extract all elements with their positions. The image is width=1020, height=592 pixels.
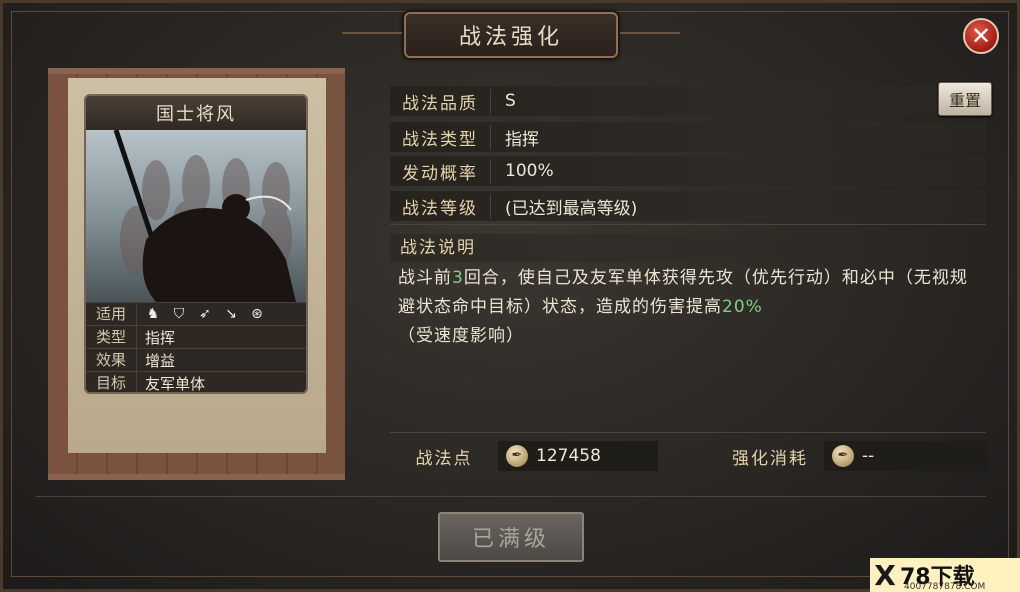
card-row-label: 目标 xyxy=(86,372,137,392)
skill-art xyxy=(86,129,306,302)
card-row-effect: 效果 增益 xyxy=(86,348,306,371)
card-row-label: 效果 xyxy=(86,349,137,371)
max-level-button[interactable]: 已满级 xyxy=(438,512,584,562)
card-row-value: 友军单体 xyxy=(145,374,206,393)
divider xyxy=(36,496,986,497)
points-value: 127458 xyxy=(536,446,601,466)
cost-row: 强化消耗 ✒ -- xyxy=(716,441,988,471)
info-label: 战法等级 xyxy=(390,193,491,219)
info-value: 指挥 xyxy=(505,129,539,150)
info-label: 发动概率 xyxy=(390,158,491,184)
points-label: 战法点 xyxy=(415,448,473,469)
divider xyxy=(390,224,986,225)
description-text: 战斗前3回合，使自己及友军单体获得先攻（优先行动）和必中（无视规避状态命中目标）… xyxy=(398,264,978,351)
skill-points-row: 战法点 ✒ 127458 xyxy=(390,441,658,471)
shield-icon: ⛉ xyxy=(173,306,185,322)
info-row-chance: 发动概率 100% xyxy=(390,156,986,186)
desc-boost: 20% xyxy=(722,297,763,317)
info-row-type: 战法类型 指挥 xyxy=(390,122,986,152)
wheel-icon: ⊛ xyxy=(251,306,263,322)
close-button[interactable]: ✕ xyxy=(963,18,999,54)
card-row-value: 增益 xyxy=(145,351,176,370)
info-value: (已达到最高等级) xyxy=(505,198,638,219)
info-label: 战法类型 xyxy=(390,124,491,150)
card-row-value: 指挥 xyxy=(145,328,176,347)
card-row-type: 类型 指挥 xyxy=(86,325,306,348)
description-label: 战法说明 xyxy=(390,234,986,262)
card-row-label: 适用 xyxy=(86,303,137,325)
reset-button[interactable]: 重置 xyxy=(938,82,992,116)
bow-icon: ➶ xyxy=(199,306,211,322)
watermark: X 78下载 4007787878.COM xyxy=(870,558,1020,592)
dialog-title: 战法强化 xyxy=(342,12,680,58)
desc-turns: 3 xyxy=(452,268,464,288)
warrior-silhouette xyxy=(113,129,296,302)
skill-point-icon: ✒ xyxy=(832,445,854,467)
cost-value: -- xyxy=(862,446,875,466)
skill-point-icon: ✒ xyxy=(506,445,528,467)
divider xyxy=(390,432,986,433)
info-row-level: 战法等级 (已达到最高等级) xyxy=(390,191,986,221)
watermark-url: 4007787878.COM xyxy=(904,582,986,592)
watermark-logo-icon: X xyxy=(874,558,896,592)
skill-card: 国士将风 适用 ♞ ⛉ ➶ ↘ ⊛ 类型 指挥 效果 增益 目标 友军单体 xyxy=(84,94,308,394)
desc-part: （受速度影响） xyxy=(398,326,524,346)
card-row-label: 类型 xyxy=(86,326,137,348)
close-icon: ✕ xyxy=(970,22,992,50)
skill-name: 国士将风 xyxy=(86,96,306,130)
info-row-quality: 战法品质 S xyxy=(390,86,986,116)
card-row-target: 目标 友军单体 xyxy=(86,371,306,393)
spear-icon: ↘ xyxy=(225,306,237,322)
card-row-suitable: 适用 ♞ ⛉ ➶ ↘ ⊛ xyxy=(86,302,306,325)
desc-part: 回合，使自己及友军单体获得先攻（优先行动）和必中（无视规避状态命中目标）状态，造… xyxy=(398,268,968,317)
info-value: S xyxy=(505,91,516,111)
cavalry-icon: ♞ xyxy=(146,306,160,322)
info-label: 战法品质 xyxy=(390,88,491,114)
desc-part: 战斗前 xyxy=(398,268,452,288)
cost-label: 强化消耗 xyxy=(732,448,808,469)
info-value: 100% xyxy=(505,161,554,181)
